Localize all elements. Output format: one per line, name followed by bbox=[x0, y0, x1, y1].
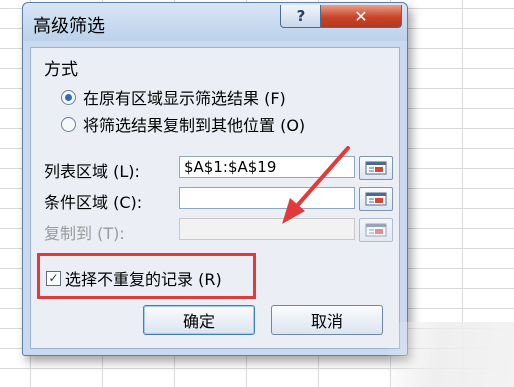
close-button[interactable]: ✕ bbox=[320, 5, 402, 28]
collapse-dialog-icon bbox=[365, 223, 387, 237]
radio-filter-in-place[interactable]: 在原有区域显示筛选结果 (F) bbox=[61, 85, 286, 109]
radio-label: 将筛选结果复制到其他位置 (O) bbox=[83, 116, 306, 135]
collapse-dialog-icon bbox=[365, 192, 387, 206]
radio-button-selected[interactable] bbox=[61, 89, 76, 105]
unique-records-label: 选择不重复的记录 (R) bbox=[65, 270, 222, 289]
radio-label: 在原有区域显示筛选结果 (F) bbox=[83, 89, 286, 108]
radio-copy-to-location[interactable]: 将筛选结果复制到其他位置 (O) bbox=[61, 112, 305, 136]
checkmark-icon: ✓ bbox=[48, 271, 59, 285]
copy-to-collapse-button bbox=[359, 218, 393, 242]
help-button[interactable]: ? bbox=[280, 5, 322, 28]
criteria-range-label: 条件区域 (C): bbox=[44, 193, 143, 212]
copy-to-label: 复制到 (T): bbox=[44, 224, 125, 243]
image-edge-smudge bbox=[388, 322, 514, 387]
unique-records-checkbox[interactable]: ✓ bbox=[46, 270, 61, 286]
copy-to-input bbox=[179, 218, 355, 240]
ok-button[interactable]: 确定 bbox=[143, 305, 255, 335]
dialog-body: 方式 在原有区域显示筛选结果 (F) 将筛选结果复制到其他位置 (O) 列表区域… bbox=[30, 47, 400, 349]
criteria-range-input[interactable] bbox=[179, 187, 355, 209]
unique-records-option[interactable]: ✓ 选择不重复的记录 (R) bbox=[46, 266, 222, 290]
list-range-collapse-button[interactable] bbox=[359, 156, 393, 180]
criteria-range-collapse-button[interactable] bbox=[359, 187, 393, 211]
title-bar[interactable]: 高级筛选 ? ✕ bbox=[23, 3, 407, 41]
close-icon: ✕ bbox=[354, 6, 368, 26]
radio-button[interactable] bbox=[61, 116, 76, 132]
list-range-label: 列表区域 (L): bbox=[44, 162, 140, 181]
advanced-filter-dialog: 高级筛选 ? ✕ 方式 在原有区域显示筛选结果 (F) 将筛选结果复制到其他位置… bbox=[22, 2, 408, 356]
collapse-dialog-icon bbox=[365, 161, 387, 175]
list-range-input[interactable] bbox=[179, 156, 355, 178]
help-icon: ? bbox=[296, 7, 306, 25]
dialog-title: 高级筛选 bbox=[33, 16, 105, 37]
method-group-label: 方式 bbox=[44, 60, 78, 80]
cancel-button[interactable]: 取消 bbox=[271, 305, 383, 335]
